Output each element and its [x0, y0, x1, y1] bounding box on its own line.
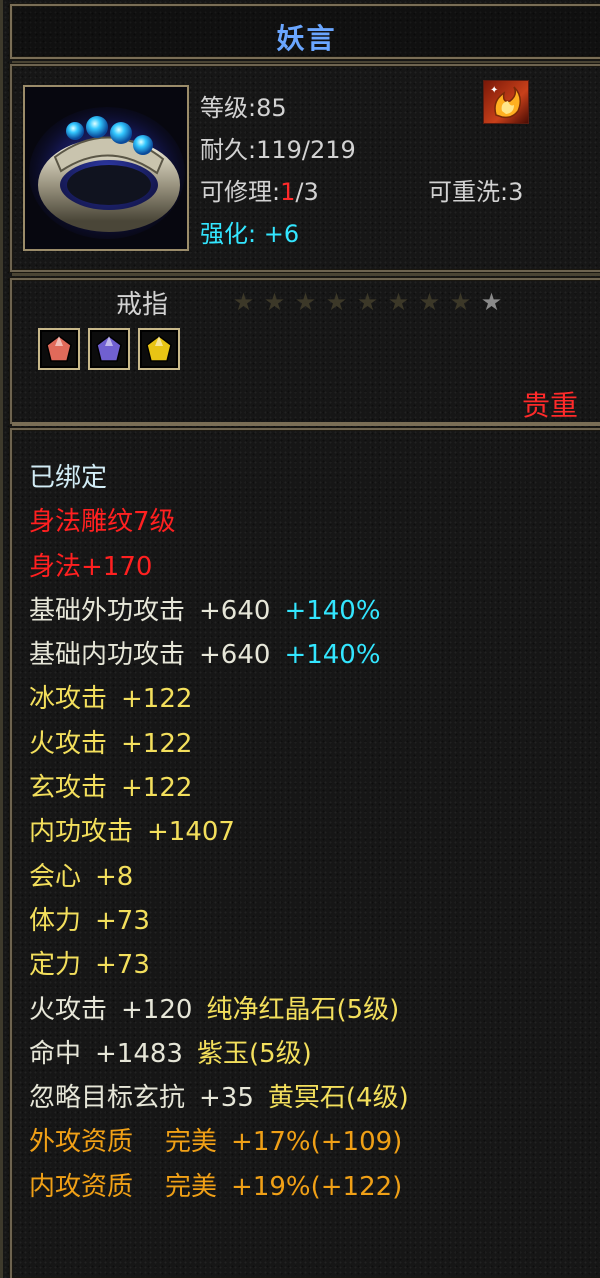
stat-value: +73: [95, 950, 150, 981]
stat-row: 基础内功攻击 +640 +140%: [29, 633, 599, 677]
star-icon: ★: [325, 288, 350, 316]
stat-bonus: +140%: [284, 595, 381, 626]
item-name: 妖言: [276, 22, 337, 55]
item-rewash: 可重洗:3: [428, 178, 524, 206]
refine-label: 强化:: [200, 220, 257, 248]
star-icon: ★: [294, 288, 319, 316]
stat-row: 体力 +73: [29, 899, 599, 943]
stat-label: 命中: [29, 1038, 82, 1069]
stat-value: +8: [95, 861, 134, 892]
stat-row: 基础外功攻击 +640 +140%: [29, 589, 599, 633]
stat-value: +640: [199, 640, 271, 671]
stat-row: 命中 +1483 紫玉(5级): [29, 1032, 599, 1076]
item-type: 戒指: [116, 290, 169, 320]
stat-label: 定力: [29, 950, 82, 981]
star-icon: ★: [480, 288, 505, 316]
stat-row: 忽略目标玄抗 +35 黄冥石(4级): [29, 1076, 599, 1120]
star-icon: ★: [418, 288, 443, 316]
stat-row: 冰攻击 +122: [29, 677, 599, 721]
stat-value: +1483: [95, 1038, 183, 1069]
item-durability: 耐久:119/219: [200, 136, 356, 164]
item-level: 等级:85: [200, 94, 287, 122]
item-refine: 强化: +6: [200, 214, 299, 249]
stat-label: 外攻资质: [29, 1127, 134, 1158]
stat-row: 内功攻击 +1407: [29, 810, 599, 854]
star-icon: ★: [387, 288, 412, 316]
stat-row: 外攻资质 完美 +17%(+109): [29, 1120, 599, 1164]
stat-label: 基础外功攻击: [29, 595, 186, 626]
stat-value: 完美: [165, 1127, 218, 1158]
item-rarity: 贵重: [521, 389, 578, 422]
stat-label: 身法雕纹7级: [29, 507, 176, 538]
stat-row: 定力 +73: [29, 943, 599, 987]
ring-icon: [23, 85, 189, 251]
star-icon: ★: [356, 288, 381, 316]
svg-text:✦: ✦: [490, 85, 498, 96]
stat-value: +35: [199, 1083, 254, 1114]
item-repair: 可修理:1/3: [200, 172, 319, 207]
stat-row: 内攻资质 完美 +19%(+122): [29, 1165, 599, 1209]
stat-value: +122: [121, 773, 193, 804]
stat-value: +170: [81, 551, 153, 582]
stat-gem-source: 黄冥石(4级): [267, 1083, 409, 1114]
stat-label: 火攻击: [29, 728, 108, 759]
star-icon: ★: [263, 288, 288, 316]
stat-label: 内功攻击: [29, 817, 134, 848]
stat-row: 玄攻击 +122: [29, 766, 599, 810]
stat-row: 火攻击 +122: [29, 722, 599, 766]
stat-label: 身法: [29, 551, 82, 582]
stat-label: 忽略目标玄抗: [29, 1083, 186, 1114]
star-icon: ★: [449, 288, 474, 316]
repair-used: 1: [280, 178, 296, 206]
star-rating: ★ ★ ★ ★ ★ ★ ★ ★ ★: [229, 288, 508, 316]
stat-label: 内攻资质: [29, 1171, 134, 1202]
purple-gem-icon[interactable]: [88, 328, 130, 370]
stat-label: 体力: [29, 905, 82, 936]
stat-label: 玄攻击: [29, 773, 108, 804]
stat-bonus: +17%(+109): [231, 1127, 403, 1158]
stat-label: 火攻击: [29, 994, 108, 1025]
stat-row: 身法+170: [29, 545, 599, 589]
stat-value: 完美: [165, 1171, 218, 1202]
stat-row: 火攻击 +120 纯净红晶石(5级): [29, 988, 599, 1032]
flame-badge-icon: ✦: [483, 80, 529, 124]
stat-value: +1407: [147, 817, 235, 848]
yellow-gem-icon[interactable]: [138, 328, 180, 370]
stat-row: 已绑定: [29, 456, 599, 500]
stat-label: 会心: [29, 861, 82, 892]
stat-value: +73: [95, 905, 150, 936]
stat-bonus: +140%: [284, 640, 381, 671]
star-icon: ★: [232, 288, 257, 316]
stat-value: +122: [121, 684, 193, 715]
stat-gem-source: 紫玉(5级): [196, 1038, 312, 1069]
refine-value: +6: [263, 220, 300, 248]
stat-row: 身法雕纹7级: [29, 500, 599, 544]
stat-list: 已绑定 身法雕纹7级 身法+170 基础外功攻击 +640 +140% 基础内功攻击 +640…: [29, 456, 599, 1209]
stat-gem-source: 纯净红晶石(5级): [206, 994, 400, 1025]
stat-value: +640: [199, 595, 271, 626]
stat-bonus: +19%(+122): [231, 1171, 403, 1202]
stat-label: 基础内功攻击: [29, 640, 186, 671]
title-bar: 妖言: [10, 4, 600, 64]
stat-label: 已绑定: [29, 463, 108, 493]
repair-total: /3: [295, 178, 319, 206]
stat-label: 冰攻击: [29, 684, 108, 715]
red-gem-icon[interactable]: [38, 328, 80, 370]
stat-row: 会心 +8: [29, 855, 599, 899]
item-tooltip: 妖言 等级:85 耐久:119/219 可修理:1/3 可重洗:3 强化: +6…: [0, 0, 600, 1278]
stat-value: +120: [121, 994, 193, 1025]
stat-value: +122: [121, 728, 193, 759]
repair-label: 可修理:: [200, 178, 281, 206]
